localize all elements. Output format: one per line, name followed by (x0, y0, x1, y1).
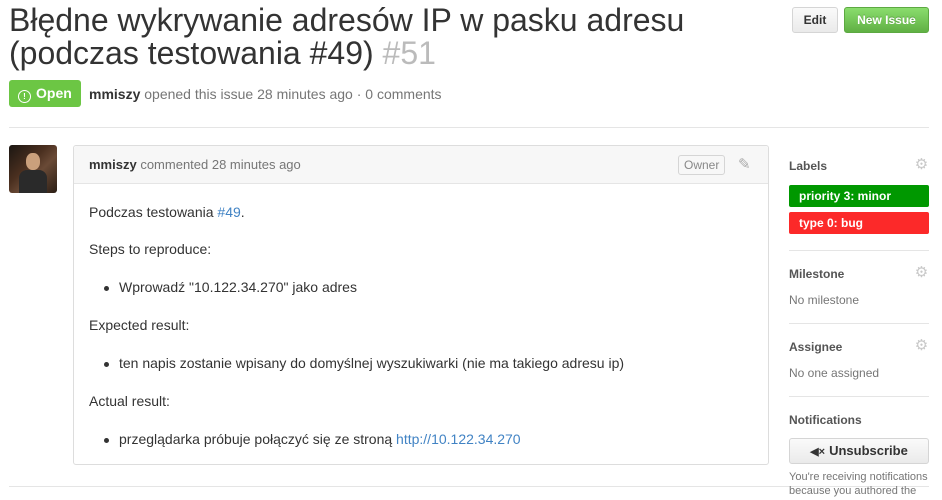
issue-state-label: Open (36, 85, 72, 101)
issue-title-text: Błędne wykrywanie adresów IP w pasku adr… (9, 2, 685, 71)
new-issue-button[interactable]: New Issue (844, 7, 929, 33)
label-type[interactable]: type 0: bug (789, 212, 929, 234)
comment-box: mmiszy commented 28 minutes ago Owner ✎ … (73, 145, 769, 465)
sidebar-divider (789, 323, 929, 324)
actual-text: przeglądarka próbuje połączyć się ze str… (119, 431, 393, 447)
sidebar-divider (789, 396, 929, 397)
avatar-face (26, 153, 40, 170)
issue-meta: mmiszy opened this issue 28 minutes ago … (89, 86, 442, 102)
label-priority[interactable]: priority 3: minor (789, 185, 929, 207)
issue-opened-icon: ! (18, 90, 31, 103)
step-text: Wprowadź "10.122.34.270" jako adres (119, 279, 357, 295)
list-item: przeglądarka próbuje połączyć się ze str… (104, 431, 521, 447)
pencil-icon[interactable]: ✎ (738, 155, 751, 173)
assignee-title: Assignee (789, 340, 843, 354)
steps-heading: Steps to reproduce: (89, 241, 212, 257)
issue-number: #51 (382, 35, 436, 71)
list-item: Wprowadź "10.122.34.270" jako adres (104, 279, 357, 295)
comment-author-link[interactable]: mmiszy (89, 157, 137, 172)
assignee-value: No one assigned (789, 366, 880, 380)
issue-opened-text: opened this issue 28 minutes ago · 0 com… (144, 86, 442, 102)
gear-icon[interactable]: ⚙ (914, 157, 929, 172)
avatar-body (19, 170, 47, 193)
mute-icon: ◀× (810, 446, 826, 458)
gear-icon[interactable]: ⚙ (914, 265, 929, 280)
edit-button[interactable]: Edit (792, 7, 838, 33)
avatar[interactable] (9, 145, 57, 193)
issue-state-badge: ! Open (9, 80, 81, 107)
issue-reference-link[interactable]: #49 (217, 204, 240, 220)
comment-intro: Podczas testowania #49. (89, 204, 245, 220)
comment-header: mmiszy commented 28 minutes ago Owner ✎ (74, 146, 768, 184)
comment-meta: commented 28 minutes ago (140, 157, 301, 172)
milestone-title: Milestone (789, 267, 845, 281)
header-divider (9, 127, 929, 128)
sidebar-divider (789, 250, 929, 251)
labels-title: Labels (789, 159, 828, 173)
issue-title: Błędne wykrywanie adresów IP w pasku adr… (9, 4, 789, 70)
notifications-text: You're receiving notifications because y… (789, 471, 928, 497)
unsubscribe-label: Unsubscribe (829, 443, 908, 458)
notifications-title: Notifications (789, 413, 862, 427)
gear-icon[interactable]: ⚙ (914, 338, 929, 353)
intro-text: Podczas testowania (89, 204, 214, 220)
owner-badge: Owner (678, 155, 726, 175)
issue-author-link[interactable]: mmiszy (89, 86, 140, 102)
intro-end: . (240, 204, 245, 220)
unsubscribe-button[interactable]: ◀× Unsubscribe (789, 438, 929, 464)
actual-heading: Actual result: (89, 393, 170, 409)
milestone-value: No milestone (789, 293, 860, 307)
url-link[interactable]: http://10.122.34.270 (396, 431, 521, 447)
list-item: ten napis zostanie wpisany do domyślnej … (104, 355, 624, 371)
expected-heading: Expected result: (89, 317, 190, 333)
expected-text: ten napis zostanie wpisany do domyślnej … (119, 355, 625, 371)
